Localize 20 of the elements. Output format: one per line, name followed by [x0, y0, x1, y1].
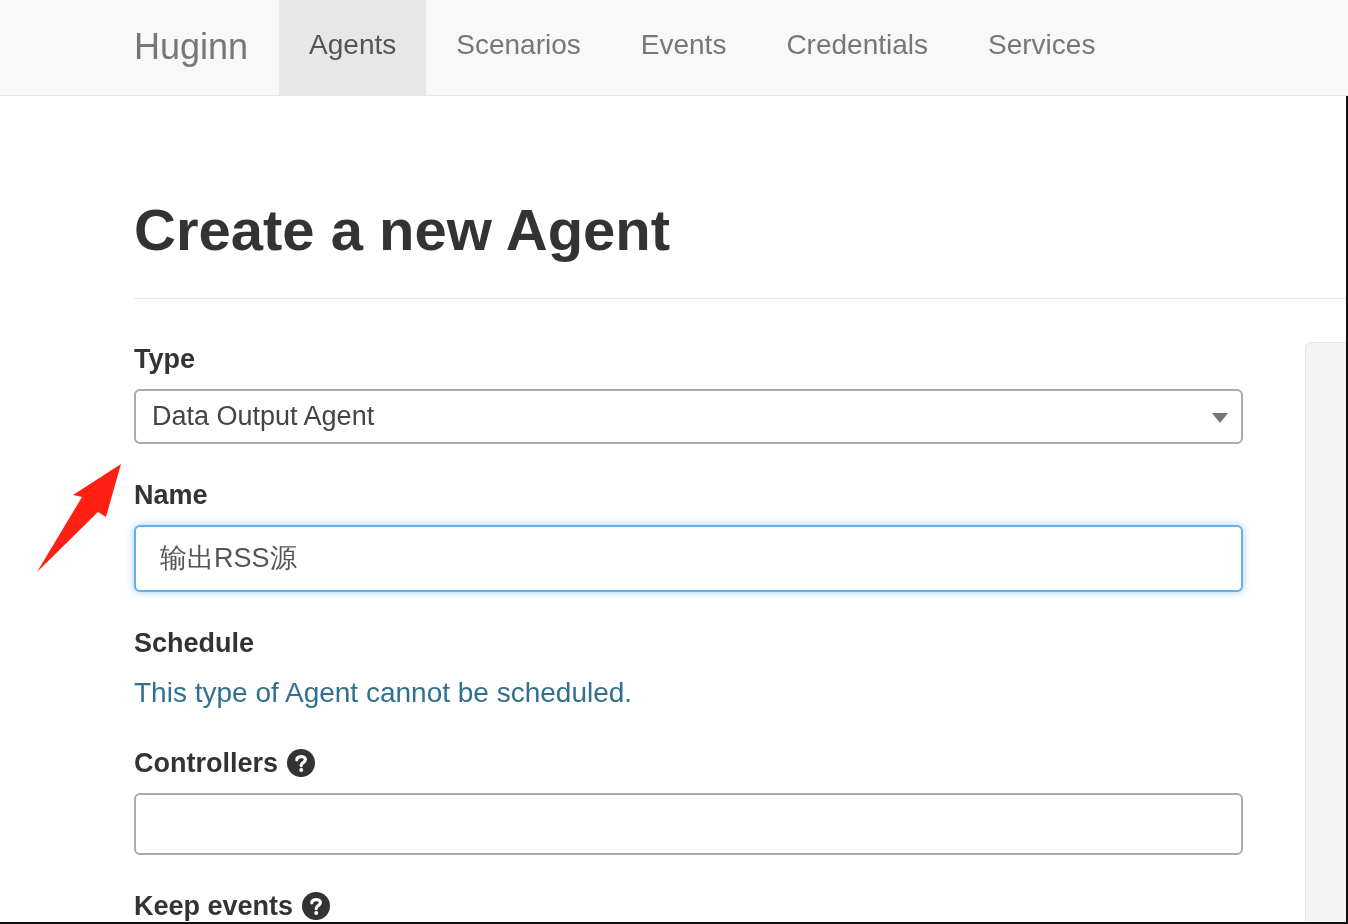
page-title: Create a new Agent: [134, 198, 672, 262]
help-icon[interactable]: [302, 892, 331, 920]
text-input[interactable]: [134, 793, 1243, 855]
arrow-icon: [36, 462, 123, 574]
field-label: Controllers: [134, 747, 279, 779]
nav-tab[interactable]: Scenarios: [426, 0, 611, 95]
caret-icon: [1212, 413, 1228, 423]
schedule-note: This type of Agent cannot be scheduled.: [134, 676, 633, 710]
help-icon[interactable]: [287, 749, 316, 777]
brand-link[interactable]: Huginn: [134, 0, 249, 95]
field-label: Type: [134, 343, 195, 375]
type-select[interactable]: Data Output Agent: [134, 389, 1243, 444]
text-input[interactable]: 输出RSS源: [134, 525, 1243, 592]
field-label: Keep events: [134, 890, 294, 922]
nav-tab[interactable]: Credentials: [756, 0, 959, 95]
nav-tab[interactable]: Agents: [279, 0, 427, 95]
field-label: Schedule: [134, 627, 255, 659]
field-label: Name: [134, 479, 208, 511]
nav-tab[interactable]: Events: [610, 0, 757, 95]
nav-tab[interactable]: Services: [958, 0, 1126, 95]
